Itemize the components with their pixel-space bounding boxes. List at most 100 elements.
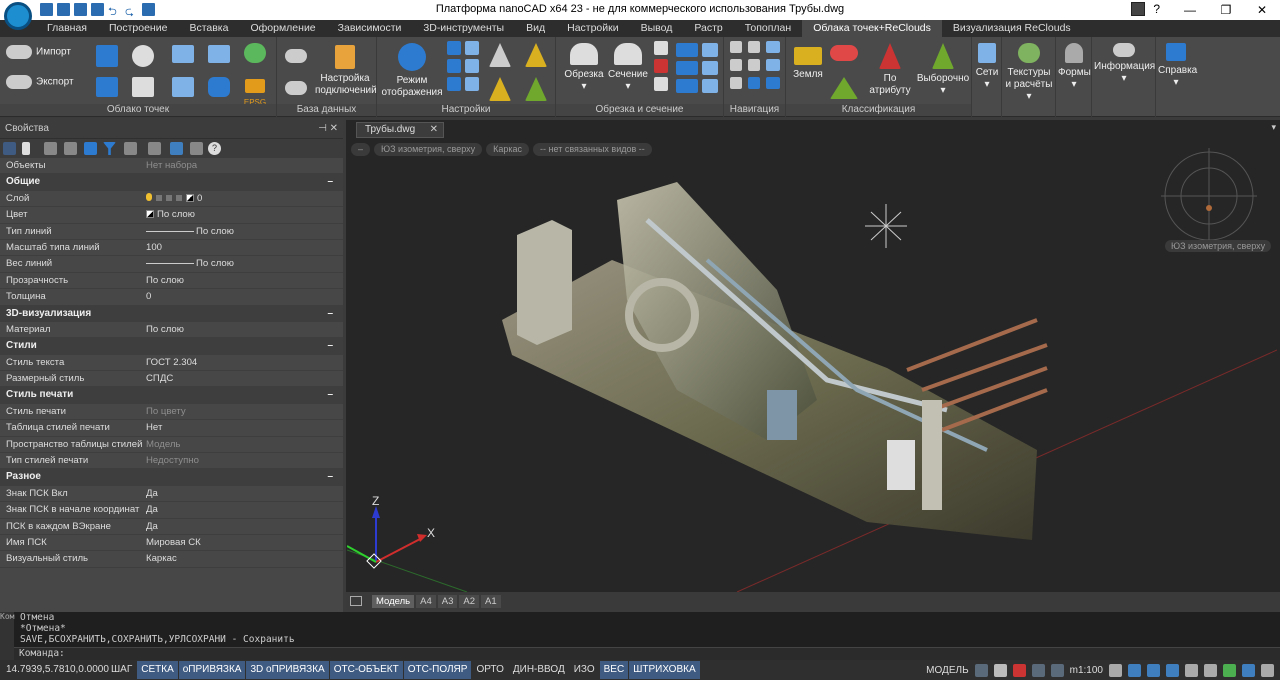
layout-tab[interactable]: A1 [480, 594, 501, 608]
property-section-header[interactable]: Стиль печати – [0, 387, 343, 404]
help-circle-icon[interactable]: ? [208, 142, 221, 155]
property-row[interactable]: Материал По слою [0, 322, 343, 339]
property-section-header[interactable]: Общие – [0, 174, 343, 191]
ribbon-tab[interactable]: Топоплан [734, 20, 802, 37]
ribbon-tab[interactable]: Вид [515, 20, 556, 37]
section-export-icon[interactable] [702, 61, 718, 75]
close-document-icon[interactable]: ✕ [430, 123, 438, 137]
property-row[interactable]: Визуальный стиль Каркас [0, 551, 343, 568]
status-toggle[interactable]: ШТРИХОВКА [629, 661, 700, 679]
annotation-icon[interactable] [993, 663, 1007, 677]
ribbon-tab[interactable]: Визуализация ReClouds [942, 20, 1082, 37]
cube-icon[interactable] [748, 77, 760, 89]
layout-tab[interactable]: A3 [437, 594, 458, 608]
pan-hand-icon[interactable] [1109, 663, 1122, 677]
property-value[interactable]: Мировая СК [142, 535, 343, 550]
property-value[interactable]: По цвету [142, 404, 343, 419]
orbit-icon[interactable] [1185, 663, 1198, 677]
cloud-index-icon[interactable] [208, 77, 230, 97]
property-row[interactable]: Толщина 0 [0, 289, 343, 306]
close-panel-icon[interactable]: ✕ [330, 123, 338, 134]
view-iso-icon[interactable] [465, 41, 479, 55]
cloud-manager-icon[interactable] [132, 45, 154, 67]
status-toggle[interactable]: ШАГ [107, 661, 136, 679]
property-row[interactable]: ПСК в каждом ВЭкране Да [0, 519, 343, 535]
select-window-icon[interactable] [44, 142, 57, 155]
layouts-icon[interactable] [350, 596, 362, 606]
property-value[interactable]: По слою [142, 207, 343, 222]
property-section-header[interactable]: Стили – [0, 338, 343, 355]
drawing-canvas[interactable]: ЮЗ изометрия, сверху Z X [347, 140, 1277, 592]
view-direction-button[interactable]: ЮЗ изометрия, сверху [374, 143, 483, 156]
property-row[interactable]: Стиль печати По цвету [0, 404, 343, 421]
export-button[interactable]: Экспорт [6, 75, 78, 89]
filter-icon[interactable] [103, 142, 116, 155]
property-value[interactable]: 100 [142, 240, 343, 255]
walk-icon[interactable] [766, 41, 780, 53]
property-value[interactable]: ГОСТ 2.304 [142, 355, 343, 370]
property-value[interactable]: Недоступно [142, 453, 343, 468]
property-row[interactable]: Знак ПСК Вкл Да [0, 486, 343, 503]
viewport-menu-button[interactable]: – [351, 143, 371, 156]
view-bottom-icon[interactable] [465, 77, 479, 91]
select-cross-icon[interactable] [64, 142, 77, 155]
tree-intensity-icon[interactable] [489, 77, 511, 101]
cloud-region-icon[interactable] [96, 77, 118, 97]
property-row[interactable]: Тип стилей печати Недоступно [0, 453, 343, 470]
command-input[interactable]: Команда: [14, 647, 1280, 660]
cloud-attach-icon[interactable] [96, 45, 118, 67]
arrow-icon[interactable] [730, 59, 742, 71]
ribbon-tab[interactable]: Построение [98, 20, 178, 37]
property-row[interactable]: Слой 0 [0, 191, 343, 208]
ribbon-tab[interactable]: 3D-инструменты [412, 20, 515, 37]
section-plane-icon[interactable] [676, 43, 698, 57]
status-toggle[interactable]: ДИН-ВВОД [509, 661, 569, 679]
collapse-icon[interactable]: – [327, 338, 333, 354]
property-section-header[interactable]: 3D-визуализация – [0, 305, 343, 322]
property-row[interactable]: Цвет По слою [0, 207, 343, 224]
section-flip-icon[interactable] [676, 79, 698, 93]
visual-style-button[interactable]: Каркас [486, 143, 530, 156]
forms-button[interactable]: Формы ▾ [1058, 43, 1091, 91]
look-icon[interactable] [766, 59, 780, 71]
select-filter-icon[interactable] [3, 142, 16, 155]
connection-settings-button[interactable]: Настройка подключений [315, 45, 377, 97]
info-button[interactable]: Информация ▾ [1094, 43, 1155, 85]
zoom-extents-icon[interactable] [766, 77, 780, 89]
status-toggle[interactable]: ОТС-ОБЪЕКТ [329, 661, 403, 679]
property-row[interactable]: Знак ПСК в начале координат Да [0, 502, 343, 519]
property-row[interactable]: Объекты Нет набора [0, 158, 343, 175]
import-button[interactable]: Импорт [6, 45, 78, 59]
ribbon-tab[interactable]: Настройки [556, 20, 630, 37]
ribbon-tab[interactable]: Вывод [630, 20, 684, 37]
property-value[interactable]: По слою [142, 256, 343, 271]
status-toggle[interactable]: СЕТКА [137, 661, 178, 679]
section-move-icon[interactable] [676, 61, 698, 75]
property-row[interactable]: Таблица стилей печати Нет [0, 420, 343, 437]
section-button[interactable]: Сечение ▾ [606, 43, 650, 93]
view-front-icon[interactable] [447, 59, 461, 73]
ribbon-tab[interactable]: Вставка [178, 20, 239, 37]
annotation-scale[interactable]: m1:100 [1070, 665, 1103, 676]
property-value[interactable]: Нет [142, 420, 343, 435]
options-icon[interactable] [190, 142, 203, 155]
section-view-icon[interactable] [702, 43, 718, 57]
layout-tab[interactable]: A2 [459, 594, 479, 608]
section-clear-icon[interactable] [702, 79, 718, 93]
layout-tab[interactable]: A4 [416, 594, 436, 608]
clip-button[interactable]: Обрезка ▾ [562, 43, 606, 93]
by-attribute-button[interactable]: По атрибуту [864, 43, 916, 97]
property-row[interactable]: Пространство таблицы стилей п... Модель [0, 437, 343, 454]
property-row[interactable]: Вес линий По слою [0, 256, 343, 273]
property-value[interactable]: Да [142, 502, 343, 517]
ribbon-tab[interactable]: Оформление [239, 20, 326, 37]
property-row[interactable]: Тип линий По слою [0, 224, 343, 240]
property-value[interactable]: По слою [142, 273, 343, 288]
clip-invert-icon[interactable] [654, 77, 668, 91]
collapse-icon[interactable]: – [327, 174, 333, 190]
fullscreen-icon[interactable] [1242, 663, 1255, 677]
ground-button[interactable]: Земля [790, 47, 826, 81]
selective-button[interactable]: Выборочно ▾ [916, 43, 970, 97]
textures-button[interactable]: Текстуры и расчёты ▾ [1004, 43, 1054, 103]
help-book-button[interactable]: Справка ▾ [1158, 43, 1197, 89]
